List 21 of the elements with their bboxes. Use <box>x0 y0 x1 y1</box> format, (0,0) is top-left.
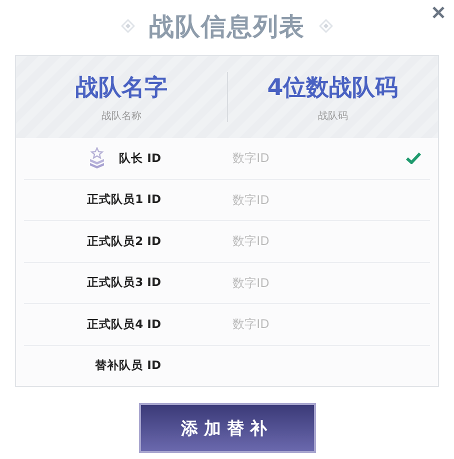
dialog-title: 战队信息列表 <box>149 10 305 42</box>
header-title: 4位数战队码 <box>267 74 398 102</box>
row-label: 正式队员1 ID <box>87 192 161 208</box>
row-label: 正式队员4 ID <box>87 316 161 332</box>
id-input[interactable]: 数字ID <box>221 317 281 332</box>
diamond-icon <box>319 19 333 33</box>
row-label: 正式队员2 ID <box>87 234 161 249</box>
id-input[interactable]: 数字ID <box>221 192 281 207</box>
header-title: 战队名字 <box>75 74 168 102</box>
rank-badge-icon <box>89 147 106 170</box>
id-input[interactable]: 数字ID <box>221 276 281 290</box>
add-substitute-button[interactable]: 添加替补 <box>138 403 316 453</box>
row-label: 正式队员3 ID <box>87 275 161 290</box>
header-subtitle: 战队名称 <box>101 110 142 122</box>
id-input[interactable]: 数字ID <box>221 151 281 166</box>
row-label: 替补队员 ID <box>95 358 161 374</box>
id-input[interactable]: 数字ID <box>221 234 281 248</box>
diamond-icon <box>121 19 135 33</box>
row-label: 队长 ID <box>119 150 161 166</box>
header-subtitle: 战队码 <box>318 110 348 122</box>
close-icon[interactable] <box>432 6 445 19</box>
